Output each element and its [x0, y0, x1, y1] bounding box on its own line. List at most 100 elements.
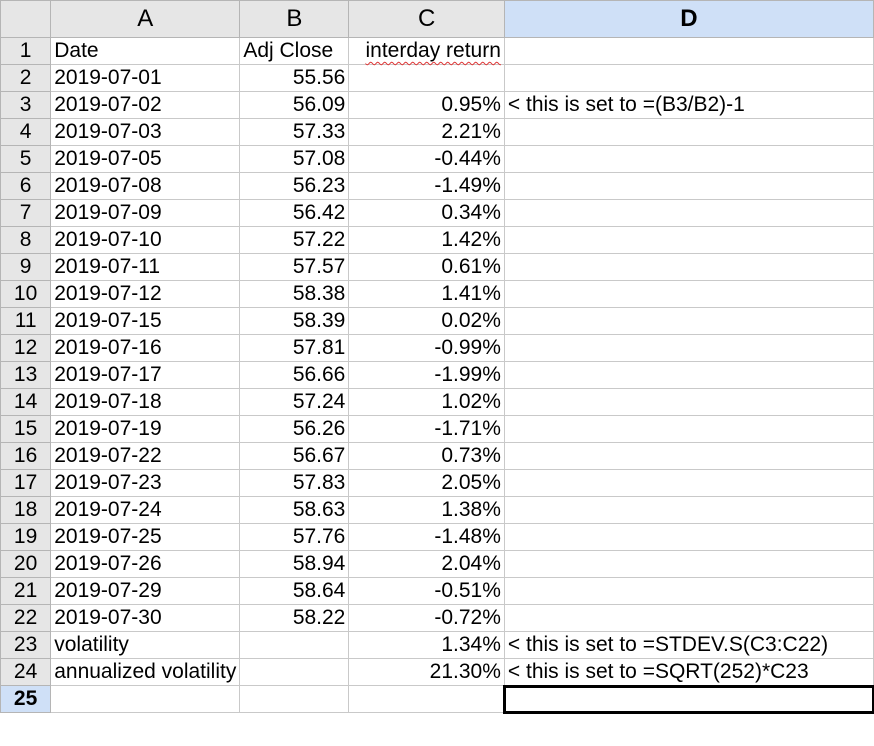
- cell-a9[interactable]: 2019-07-11: [50, 253, 241, 281]
- select-all-corner[interactable]: [0, 0, 52, 38]
- cell-d24[interactable]: < this is set to =SQRT(252)*C23: [503, 658, 874, 686]
- cell-d7[interactable]: [503, 199, 874, 227]
- cell-d12[interactable]: [503, 334, 874, 362]
- row-header[interactable]: 11: [0, 307, 52, 335]
- cell-c9[interactable]: 0.61%: [348, 253, 505, 281]
- cell-d5[interactable]: [503, 145, 874, 173]
- cell-c19[interactable]: -1.48%: [348, 523, 505, 551]
- cell-c13[interactable]: -1.99%: [348, 361, 505, 389]
- cell-b7[interactable]: 56.42: [239, 199, 350, 227]
- cell-c7[interactable]: 0.34%: [348, 199, 505, 227]
- cell-a16[interactable]: 2019-07-22: [50, 442, 241, 470]
- cell-a18[interactable]: 2019-07-24: [50, 496, 241, 524]
- cell-b18[interactable]: 58.63: [239, 496, 350, 524]
- cell-a17[interactable]: 2019-07-23: [50, 469, 241, 497]
- row-header[interactable]: 8: [0, 226, 52, 254]
- cell-a23[interactable]: volatility: [50, 631, 241, 659]
- cell-b19[interactable]: 57.76: [239, 523, 350, 551]
- row-header[interactable]: 24: [0, 658, 52, 686]
- cell-a13[interactable]: 2019-07-17: [50, 361, 241, 389]
- row-header[interactable]: 4: [0, 118, 52, 146]
- cell-c3[interactable]: 0.95%: [348, 91, 505, 119]
- row-header[interactable]: 15: [0, 415, 52, 443]
- cell-b17[interactable]: 57.83: [239, 469, 350, 497]
- cell-c6[interactable]: -1.49%: [348, 172, 505, 200]
- cell-b20[interactable]: 58.94: [239, 550, 350, 578]
- cell-a5[interactable]: 2019-07-05: [50, 145, 241, 173]
- cell-a6[interactable]: 2019-07-08: [50, 172, 241, 200]
- row-header[interactable]: 14: [0, 388, 52, 416]
- cell-c18[interactable]: 1.38%: [348, 496, 505, 524]
- cell-a20[interactable]: 2019-07-26: [50, 550, 241, 578]
- cell-c17[interactable]: 2.05%: [348, 469, 505, 497]
- cell-d3[interactable]: < this is set to =(B3/B2)-1: [503, 91, 874, 119]
- cell-b14[interactable]: 57.24: [239, 388, 350, 416]
- cell-d18[interactable]: [503, 496, 874, 524]
- cell-a25[interactable]: [50, 685, 241, 713]
- column-header-c[interactable]: C: [348, 0, 505, 38]
- cell-b3[interactable]: 56.09: [239, 91, 350, 119]
- cell-c21[interactable]: -0.51%: [348, 577, 505, 605]
- cell-b9[interactable]: 57.57: [239, 253, 350, 281]
- cell-d21[interactable]: [503, 577, 874, 605]
- cell-b5[interactable]: 57.08: [239, 145, 350, 173]
- row-header[interactable]: 3: [0, 91, 52, 119]
- cell-c24[interactable]: 21.30%: [348, 658, 505, 686]
- cell-c25[interactable]: [348, 685, 505, 713]
- row-header[interactable]: 1: [0, 37, 52, 65]
- cell-d6[interactable]: [503, 172, 874, 200]
- cell-d19[interactable]: [503, 523, 874, 551]
- cell-b16[interactable]: 56.67: [239, 442, 350, 470]
- cell-d23[interactable]: < this is set to =STDEV.S(C3:C22): [503, 631, 874, 659]
- cell-c11[interactable]: 0.02%: [348, 307, 505, 335]
- cell-d15[interactable]: [503, 415, 874, 443]
- cell-b6[interactable]: 56.23: [239, 172, 350, 200]
- cell-d14[interactable]: [503, 388, 874, 416]
- cell-d8[interactable]: [503, 226, 874, 254]
- cell-b4[interactable]: 57.33: [239, 118, 350, 146]
- cell-c12[interactable]: -0.99%: [348, 334, 505, 362]
- cell-d16[interactable]: [503, 442, 874, 470]
- cell-b12[interactable]: 57.81: [239, 334, 350, 362]
- cell-a4[interactable]: 2019-07-03: [50, 118, 241, 146]
- cell-b13[interactable]: 56.66: [239, 361, 350, 389]
- cell-c22[interactable]: -0.72%: [348, 604, 505, 632]
- cell-b22[interactable]: 58.22: [239, 604, 350, 632]
- row-header[interactable]: 17: [0, 469, 52, 497]
- row-header[interactable]: 16: [0, 442, 52, 470]
- cell-a7[interactable]: 2019-07-09: [50, 199, 241, 227]
- row-header[interactable]: 20: [0, 550, 52, 578]
- cell-c2[interactable]: [348, 64, 505, 92]
- cell-c23[interactable]: 1.34%: [348, 631, 505, 659]
- cell-a2[interactable]: 2019-07-01: [50, 64, 241, 92]
- row-header[interactable]: 18: [0, 496, 52, 524]
- row-header[interactable]: 25: [0, 685, 52, 713]
- cell-a3[interactable]: 2019-07-02: [50, 91, 241, 119]
- cell-d4[interactable]: [503, 118, 874, 146]
- cell-b25[interactable]: [239, 685, 350, 713]
- cell-a11[interactable]: 2019-07-15: [50, 307, 241, 335]
- row-header[interactable]: 23: [0, 631, 52, 659]
- cell-a15[interactable]: 2019-07-19: [50, 415, 241, 443]
- cell-c10[interactable]: 1.41%: [348, 280, 505, 308]
- cell-b24[interactable]: [239, 658, 350, 686]
- cell-d22[interactable]: [503, 604, 874, 632]
- cell-c4[interactable]: 2.21%: [348, 118, 505, 146]
- cell-a10[interactable]: 2019-07-12: [50, 280, 241, 308]
- cell-b15[interactable]: 56.26: [239, 415, 350, 443]
- cell-c16[interactable]: 0.73%: [348, 442, 505, 470]
- cell-b10[interactable]: 58.38: [239, 280, 350, 308]
- cell-a21[interactable]: 2019-07-29: [50, 577, 241, 605]
- cell-a24[interactable]: annualized volatility: [50, 658, 241, 686]
- cell-a22[interactable]: 2019-07-30: [50, 604, 241, 632]
- row-header[interactable]: 22: [0, 604, 52, 632]
- cell-c1[interactable]: interday return: [348, 37, 505, 65]
- cell-a12[interactable]: 2019-07-16: [50, 334, 241, 362]
- cell-d20[interactable]: [503, 550, 874, 578]
- cell-c5[interactable]: -0.44%: [348, 145, 505, 173]
- cell-c20[interactable]: 2.04%: [348, 550, 505, 578]
- row-header[interactable]: 13: [0, 361, 52, 389]
- cell-a1[interactable]: Date: [50, 37, 241, 65]
- cell-d1[interactable]: [503, 37, 874, 65]
- cell-c14[interactable]: 1.02%: [348, 388, 505, 416]
